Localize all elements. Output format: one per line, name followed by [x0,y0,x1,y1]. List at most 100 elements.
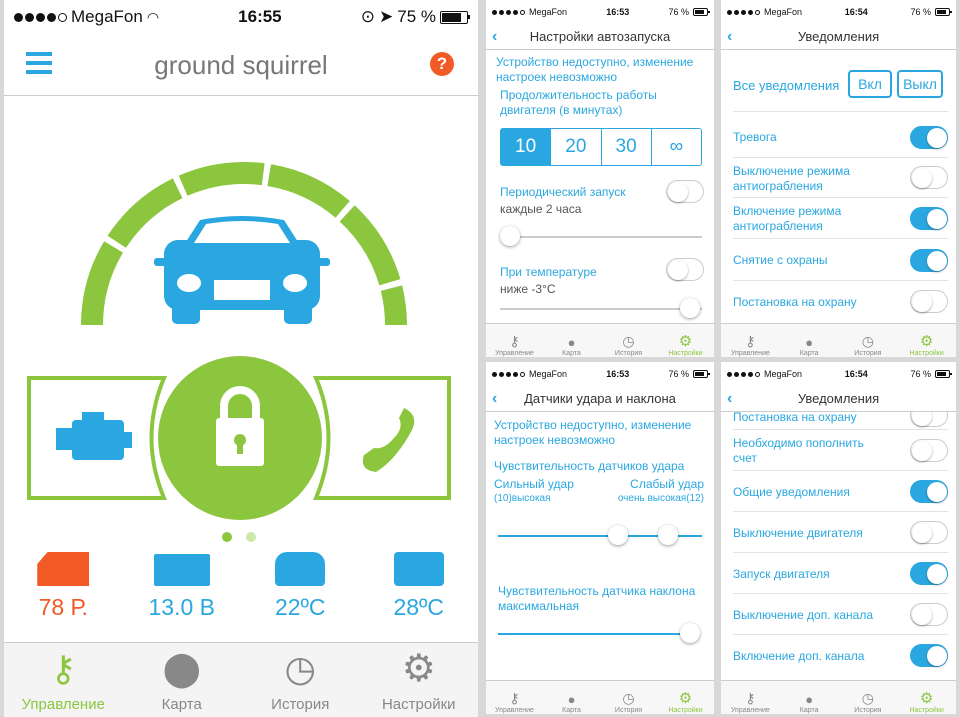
tab-history[interactable]: ◷ История [600,681,657,714]
tilt-slider-thumb[interactable] [680,623,700,643]
notification-toggle[interactable] [910,290,948,313]
carrier: MegaFon [529,7,568,17]
notice-text: Устройство недоступно, изменение настрое… [496,55,694,84]
stats-row: 78 Р. 13.0 В 22ºC 28ºC [4,552,478,632]
tab-control[interactable]: ⚷ Управление [486,324,543,357]
notification-toggle[interactable] [910,521,948,544]
notification-toggle[interactable] [910,562,948,585]
tilt-slider[interactable] [498,633,700,635]
clock: 16:54 [844,7,868,17]
duration-20[interactable]: 20 [550,129,600,165]
periodic-toggle[interactable] [666,180,704,203]
periodic-slider[interactable] [500,236,702,238]
clock: 16:54 [844,369,868,379]
weak-sub: очень высокая(12) [617,493,704,504]
status-bar: MegaFon 16:54 76 % [721,0,956,24]
tab-control[interactable]: ⚷ Управление [486,681,543,714]
strong-slider-thumb[interactable] [608,525,628,545]
notice-text: Устройство недоступно, изменение настрое… [494,418,692,447]
notification-toggle[interactable] [910,249,948,272]
tab-settings[interactable]: ⚙ Настройки [897,681,956,714]
notification-row: Тревога [733,118,948,158]
autostart-screen: MegaFon 16:53 76 % ‹ Настройки автозапуск… [486,0,714,357]
tab-label: История [614,350,643,357]
back-icon[interactable]: ‹ [492,390,497,408]
tab-label: Настройки [668,707,703,714]
notification-row: Снятие с охраны [733,239,948,281]
status-bar: MegaFon 16:53 76 % [486,0,714,24]
tab-label: Карта [799,707,819,714]
tab-history[interactable]: ◷ История [241,643,360,717]
notification-label: Включение режима антиограбления [733,204,842,233]
tab-label: Управление [495,350,534,357]
tab-control[interactable]: ⚷ Управление [721,324,780,357]
notification-row: Необходимо пополнить счет [733,430,948,471]
map-pin-icon: ● [805,692,814,707]
clock-icon: ◷ [622,333,635,349]
tab-label: Управление [495,707,534,714]
all-on-button[interactable]: Вкл [848,70,892,98]
notification-row: Выключение режима антиограбления [733,158,948,198]
temp-slider[interactable] [500,308,702,310]
nav-title: Датчики удара и наклона [524,391,676,406]
carrier: MegaFon [764,7,803,17]
map-pin-icon: ● [567,335,576,350]
notification-toggle[interactable] [910,207,948,230]
duration-label: Продолжительность работы двигателя (в ми… [500,88,657,117]
tab-bar: ⚷ Управление ● Карта ◷ История ⚙ Настройки [486,323,714,357]
back-icon[interactable]: ‹ [727,28,732,46]
back-icon[interactable]: ‹ [492,28,497,46]
nav-bar: ‹ Уведомления [721,24,956,50]
engine-temp-icon [393,552,444,586]
back-icon[interactable]: ‹ [727,390,732,408]
tab-history[interactable]: ◷ История [600,324,657,357]
tilt-label: Чувствительность датчика наклона максима… [498,584,696,613]
weak-slider-thumb[interactable] [658,525,678,545]
tab-bar: ⚷ Управление ● Карта ◷ История ⚙ Настройки [721,680,956,714]
main-screen: MegaFon ◠ 16:55 ⊙ ➤ 75 % ground squirrel … [4,0,478,717]
tab-history[interactable]: ◷ История [839,324,898,357]
tab-map[interactable]: ● Карта [780,681,839,714]
battery-icon [692,8,710,16]
notification-toggle[interactable] [910,439,948,462]
tab-label: Настройки [668,350,703,357]
periodic-slider-thumb[interactable] [500,226,520,246]
notification-row: Постановка на охрану [733,281,948,323]
signal-icon [492,9,525,15]
signal-icon [492,371,525,377]
tab-label: Карта [799,350,819,357]
duration-30[interactable]: 30 [600,129,651,165]
tab-settings[interactable]: ⚙ Настройки [657,681,714,714]
clock-icon: ◷ [622,690,635,706]
tab-settings[interactable]: ⚙ Настройки [897,324,956,357]
tab-label: История [614,707,643,714]
tab-settings[interactable]: ⚙ Настройки [360,643,479,717]
car-temp-icon [275,552,326,586]
duration-10[interactable]: 10 [501,129,551,165]
tab-settings[interactable]: ⚙ Настройки [657,324,714,357]
notification-row: Запуск двигателя [733,553,948,594]
notifications-screen-1: MegaFon 16:54 76 % ‹ Уведомления Все увед… [721,0,956,357]
tab-bar: ⚷ Управление ● Карта ◷ История ⚙ Настройки [486,680,714,714]
duration-infinite[interactable]: ∞ [650,129,701,165]
notification-toggle[interactable] [910,603,948,626]
voltage-value: 13.0 В [148,594,216,620]
temp-slider-thumb[interactable] [680,298,700,318]
notification-toggle[interactable] [910,166,948,189]
tab-control[interactable]: ⚷ Управление [4,643,123,717]
page-dot [246,532,256,542]
tab-map[interactable]: ⬤ Карта [123,643,242,717]
tab-history[interactable]: ◷ История [839,681,898,714]
tab-bar: ⚷ Управление ⬤ Карта ◷ История ⚙ Настройки [4,642,478,717]
notification-toggle[interactable] [910,644,948,667]
temp-toggle[interactable] [666,258,704,281]
notification-toggle[interactable] [910,480,948,503]
notification-toggle[interactable] [910,126,948,149]
phone-handset-icon [362,408,415,472]
tab-control[interactable]: ⚷ Управление [721,681,780,714]
all-off-button[interactable]: Выкл [897,70,943,98]
status-bar: MegaFon 16:54 76 % [721,362,956,386]
tab-map[interactable]: ● Карта [780,324,839,357]
tab-map[interactable]: ● Карта [543,324,600,357]
tab-map[interactable]: ● Карта [543,681,600,714]
